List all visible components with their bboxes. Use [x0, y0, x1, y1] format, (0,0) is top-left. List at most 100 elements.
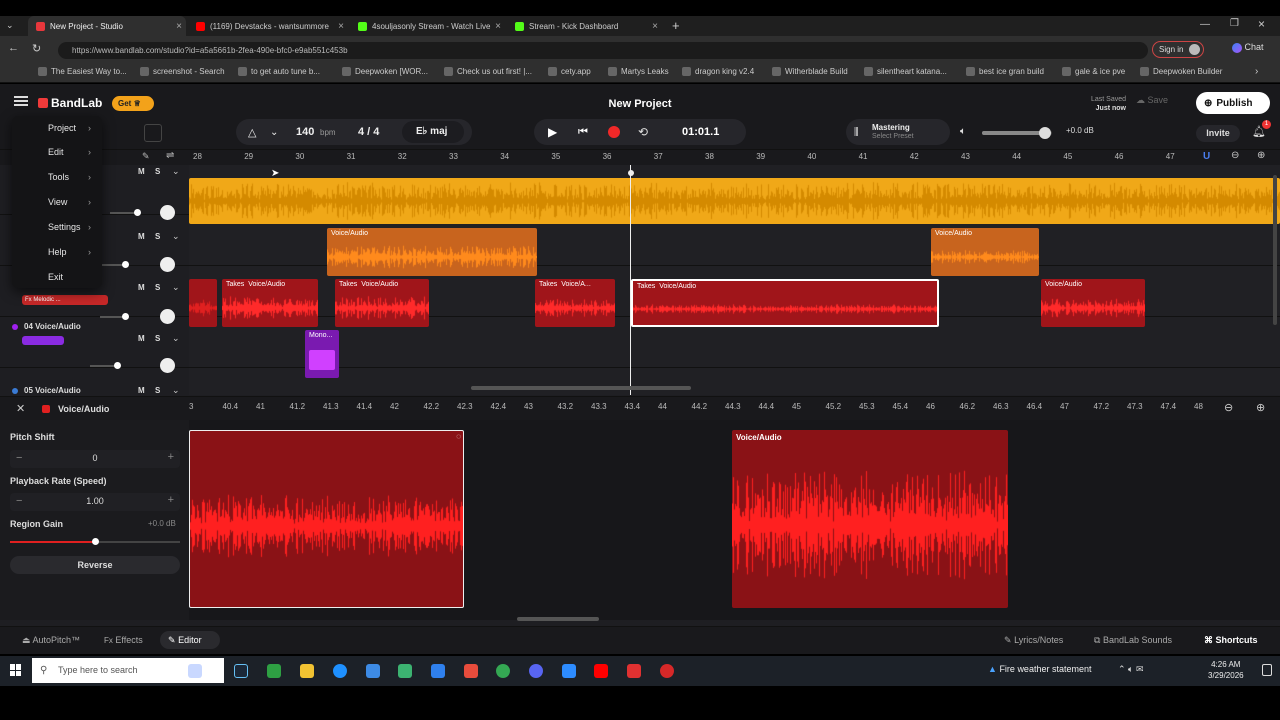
bookmark-item[interactable]: Check us out first! |...	[444, 67, 532, 76]
browser-tab-kick-dashboard[interactable]: Stream - Kick Dashboard ×	[507, 16, 662, 36]
menu-item-tools[interactable]: Tools ›	[48, 172, 91, 182]
address-input[interactable]: https://www.bandlab.com/studio?id=a5a566…	[58, 42, 1148, 59]
back-icon[interactable]: ←	[8, 42, 19, 54]
profile-button[interactable]: Sign in	[1152, 41, 1204, 58]
bookmark-item[interactable]: gale & ice pve	[1062, 67, 1125, 76]
system-tray[interactable]: ⌃ 🔈︎ ✉	[1118, 664, 1143, 675]
time-signature[interactable]: 4 / 4	[358, 126, 379, 138]
speaker-icon[interactable]: 🔈︎	[960, 126, 966, 137]
invite-button[interactable]: Invite	[1196, 125, 1240, 142]
loop-icon[interactable]: ⟲	[638, 125, 648, 139]
solo-button[interactable]: S	[155, 334, 160, 343]
track-volume-slider[interactable]	[100, 261, 129, 268]
midi-region[interactable]: Mono...	[305, 330, 339, 378]
audio-region[interactable]: Takes Voice/A...	[535, 279, 615, 327]
menu-item-view[interactable]: View ›	[48, 197, 91, 207]
store-icon[interactable]	[366, 664, 380, 678]
menu-item-project[interactable]: Project ›	[48, 123, 91, 133]
playhead-marker[interactable]	[628, 170, 634, 176]
lyrics-button[interactable]: ✎ Lyrics/Notes	[1004, 635, 1063, 646]
magnet-icon[interactable]: U	[1203, 151, 1215, 163]
audio-region[interactable]: Takes Voice/Audio	[335, 279, 429, 327]
bookmark-item[interactable]: Deepwoken Builder	[1140, 67, 1222, 76]
pencil-icon[interactable]: ✎	[142, 151, 150, 162]
track-volume-slider[interactable]	[110, 209, 141, 216]
editor-region[interactable]: Voice/Audio	[732, 430, 1008, 608]
editor-scrollbar[interactable]	[517, 617, 599, 621]
menu-item-exit[interactable]: Exit	[48, 272, 63, 282]
cortana-icon[interactable]	[188, 664, 202, 678]
audio-region[interactable]: Voice/Audio	[327, 228, 537, 276]
track-name[interactable]: 05 Voice/Audio	[24, 386, 81, 395]
vectorworks-icon[interactable]	[398, 664, 412, 678]
close-window-icon[interactable]: ×	[1258, 17, 1265, 31]
browser-tab-studio[interactable]: New Project - Studio ×	[28, 16, 186, 36]
audio-region[interactable]	[189, 178, 1280, 224]
close-tab-icon[interactable]: ×	[495, 21, 501, 32]
track-header[interactable]: 05 Voice/Audio M S ⌄	[0, 369, 189, 395]
notification-center-icon[interactable]	[1262, 664, 1272, 676]
playback-rate-value[interactable]: 1.00	[10, 496, 180, 506]
track-volume-slider[interactable]	[90, 362, 121, 369]
weather-widget[interactable]: ▲ Fire weather statement	[988, 664, 1091, 674]
tab-autopitch[interactable]: ⏏︎ AutoPitch™	[22, 635, 80, 646]
key-selector[interactable]: E♭ maj	[402, 121, 464, 143]
reload-icon[interactable]: ↻	[32, 42, 41, 55]
tab-list-button[interactable]: ⌄	[6, 20, 18, 32]
chevron-down-icon[interactable]: ⌄	[270, 127, 278, 138]
chevron-down-icon[interactable]: ⌄	[172, 385, 180, 396]
editor-region-selected[interactable]: ◌	[189, 430, 464, 608]
chevron-down-icon[interactable]: ⌄	[172, 231, 180, 242]
mute-button[interactable]: M	[138, 232, 145, 241]
close-tab-icon[interactable]: ×	[652, 21, 658, 32]
close-tab-icon[interactable]: ×	[338, 21, 344, 32]
arrangement-view[interactable]: Voice/Audio Voice/Audio Takes Voice/Audi…	[189, 165, 1280, 395]
mastering-button[interactable]: ⫼ Mastering Select Preset	[846, 119, 950, 145]
menu-item-help[interactable]: Help ›	[48, 247, 91, 257]
increment-button[interactable]: +	[168, 494, 174, 506]
snap-icon[interactable]: ⇌	[166, 150, 174, 161]
zoom-icon[interactable]	[562, 664, 576, 678]
mute-button[interactable]: M	[138, 334, 145, 343]
solo-button[interactable]: S	[155, 283, 160, 292]
browser-tab-youtube[interactable]: (1169) Devstacks - wantsummore ×	[188, 16, 348, 36]
playback-rate-stepper[interactable]: − 1.00 +	[10, 493, 180, 511]
menu-item-edit[interactable]: Edit ›	[48, 147, 91, 157]
solo-button[interactable]: S	[155, 232, 160, 241]
bookmark-item[interactable]: cety.app	[548, 67, 591, 76]
timeline-ruler[interactable]: 28 29 30 31 32 33 34 35 36 37 38 39 40 41 42 43 44 45 46 47…	[189, 150, 1280, 165]
region-gain-slider[interactable]	[10, 538, 180, 545]
youtube-icon[interactable]	[594, 664, 608, 678]
gain-knob[interactable]	[92, 538, 99, 545]
new-tab-button[interactable]: +	[672, 18, 680, 33]
volume-knob[interactable]	[1039, 127, 1051, 139]
windows-start-icon[interactable]	[10, 664, 22, 676]
skip-to-start-icon[interactable]: ⏮	[578, 126, 588, 139]
bookmark-item[interactable]: Witherblade Build	[772, 67, 848, 76]
mute-button[interactable]: M	[138, 167, 145, 176]
mail-icon[interactable]	[431, 664, 445, 678]
playhead[interactable]	[630, 165, 631, 395]
horizontal-scrollbar[interactable]	[471, 386, 691, 390]
shortcuts-button[interactable]: ⌘ Shortcuts	[1204, 635, 1258, 646]
steam-icon[interactable]	[234, 664, 248, 678]
bookmark-item[interactable]: Deepwoken [WOR...	[342, 67, 428, 76]
browser-tab-kick-stream[interactable]: 4souljasonly Stream - Watch Live ×	[350, 16, 505, 36]
chevron-down-icon[interactable]: ⌄	[172, 333, 180, 344]
save-button[interactable]: ☁ Save	[1136, 95, 1168, 106]
clock[interactable]: 4:26 AM 3/29/2026	[1208, 659, 1244, 681]
tab-editor[interactable]: ✎ Editor	[160, 631, 220, 649]
solo-button[interactable]: S	[155, 386, 160, 395]
fx-chip[interactable]: Fx Melodic ...	[22, 295, 108, 305]
increment-button[interactable]: +	[168, 451, 174, 463]
reverse-button[interactable]: Reverse	[10, 556, 180, 574]
instrument-chip[interactable]	[22, 336, 64, 345]
region-handle-icon[interactable]: ◌	[456, 432, 461, 441]
audio-region[interactable]	[189, 279, 217, 327]
bookmark-item[interactable]: Martys Leaks	[608, 67, 669, 76]
restore-window-icon[interactable]: ❐	[1230, 18, 1239, 29]
play-icon[interactable]: ▶	[548, 125, 557, 139]
audio-region[interactable]: Voice/Audio	[931, 228, 1039, 276]
chrome-icon[interactable]	[496, 664, 510, 678]
bookmark-item[interactable]: screenshot - Search	[140, 67, 225, 76]
